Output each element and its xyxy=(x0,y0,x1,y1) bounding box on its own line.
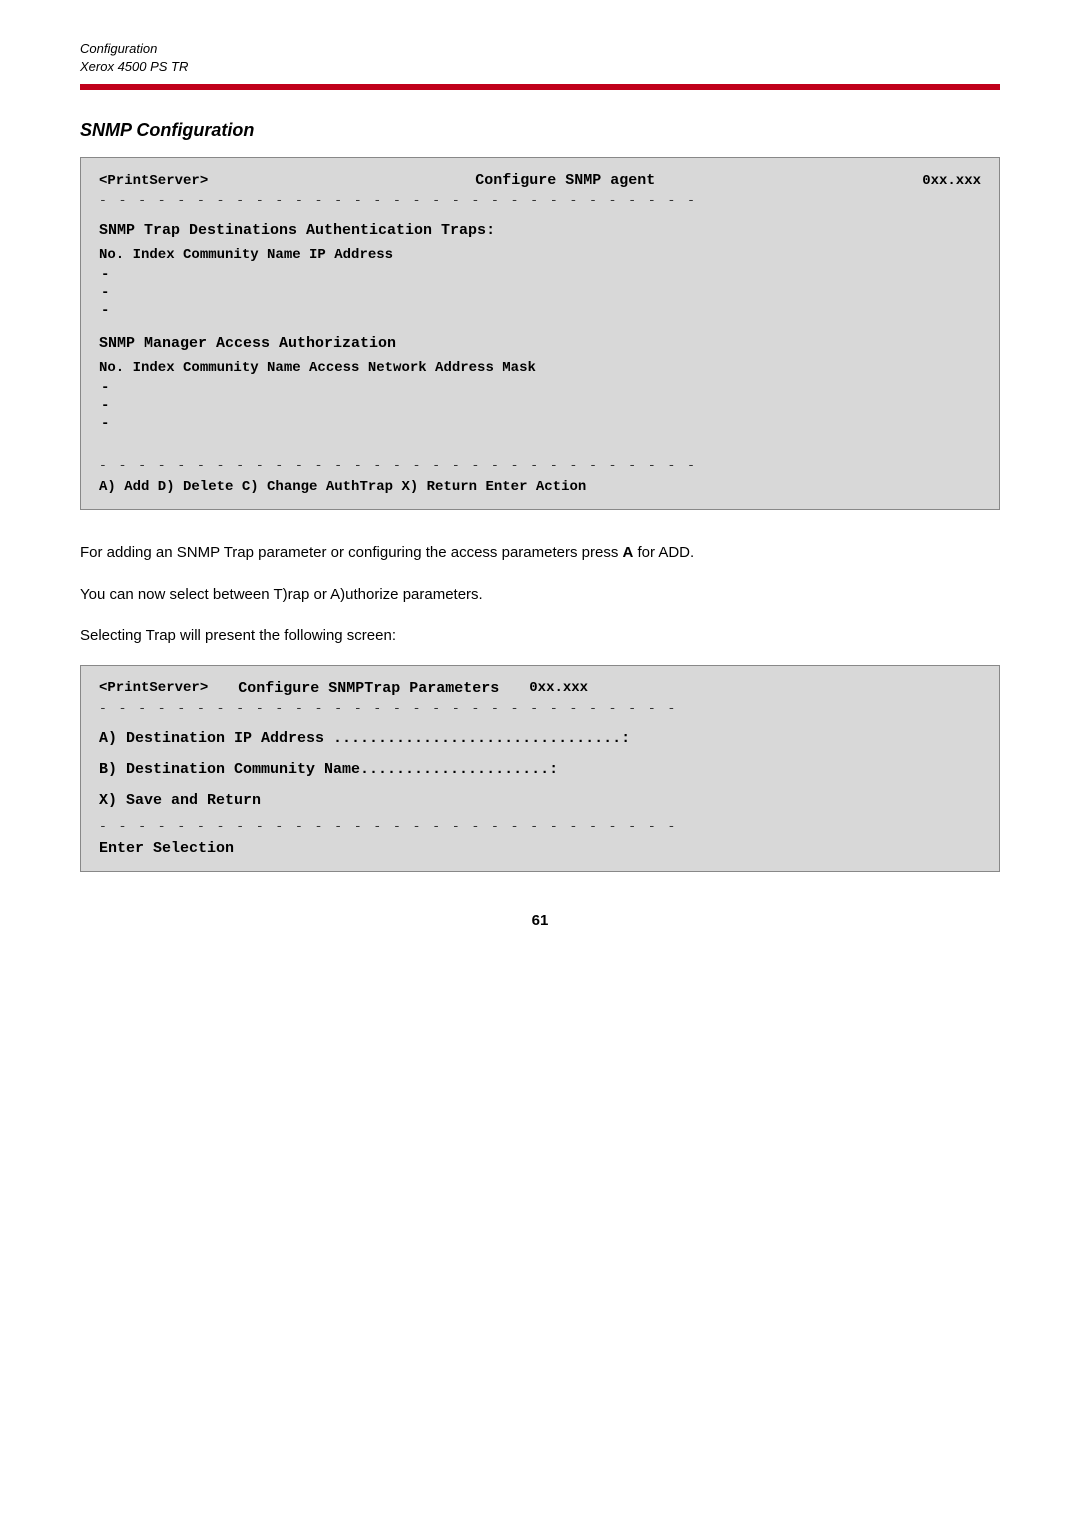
terminal1-spacer-1 xyxy=(99,321,981,335)
terminal1-trap-columns: No. Index Community Name IP Address xyxy=(99,247,981,263)
terminal2-dest-community: B) Destination Community Name...........… xyxy=(99,761,981,778)
terminal1-action-row: A) Add D) Delete C) Change AuthTrap X) R… xyxy=(99,479,981,495)
terminal1-trap-row-1: - xyxy=(101,267,981,283)
body-para1-text: For adding an SNMP Trap parameter or con… xyxy=(80,544,622,561)
terminal1-spacer-2 xyxy=(99,434,981,448)
terminal-box-2: <PrintServer> Configure SNMPTrap Paramet… xyxy=(80,665,1000,872)
page-number: 61 xyxy=(80,912,1000,929)
header-text: Configuration Xerox 4500 PS TR xyxy=(80,40,1000,76)
terminal2-enter-selection: Enter Selection xyxy=(99,840,981,857)
terminal1-manager-row-3: - xyxy=(101,416,981,432)
terminal1-header-right: 0xx.xxx xyxy=(922,173,981,189)
terminal2-top-divider: - - - - - - - - - - - - - - - - - - - - … xyxy=(99,701,981,716)
terminal1-manager-columns: No. Index Community Name Access Network … xyxy=(99,360,981,376)
body-para3: Selecting Trap will present the followin… xyxy=(80,623,1000,649)
terminal1-header-center: Configure SNMP agent xyxy=(475,172,655,189)
header-line2: Xerox 4500 PS TR xyxy=(80,58,1000,76)
terminal-box-1: <PrintServer> Configure SNMP agent 0xx.x… xyxy=(80,157,1000,510)
section-title: SNMP Configuration xyxy=(80,120,1000,141)
body-para1-end: for ADD. xyxy=(633,544,694,561)
terminal2-bottom-divider: - - - - - - - - - - - - - - - - - - - - … xyxy=(99,819,981,834)
terminal1-manager-row-2: - xyxy=(101,398,981,414)
terminal2-header-row: <PrintServer> Configure SNMPTrap Paramet… xyxy=(99,680,981,697)
terminal2-save-return: X) Save and Return xyxy=(99,792,981,809)
terminal1-manager-row-1: - xyxy=(101,380,981,396)
terminal2-header-left: <PrintServer> xyxy=(99,680,208,696)
body-para2: You can now select between T)rap or A)ut… xyxy=(80,582,1000,608)
page-container: Configuration Xerox 4500 PS TR SNMP Conf… xyxy=(0,0,1080,1528)
terminal1-top-divider: - - - - - - - - - - - - - - - - - - - - … xyxy=(99,193,981,208)
header-line1: Configuration xyxy=(80,40,1000,58)
terminal1-snmp-trap-label: SNMP Trap Destinations Authentication Tr… xyxy=(99,222,981,239)
terminal1-bottom-divider: - - - - - - - - - - - - - - - - - - - - … xyxy=(99,458,981,473)
terminal1-manager-label: SNMP Manager Access Authorization xyxy=(99,335,981,352)
red-bar xyxy=(80,84,1000,90)
terminal1-trap-row-3: - xyxy=(101,303,981,319)
terminal1-trap-row-2: - xyxy=(101,285,981,301)
terminal1-header-left: <PrintServer> xyxy=(99,173,208,189)
terminal2-dest-ip: A) Destination IP Address ..............… xyxy=(99,730,981,747)
terminal1-header-row: <PrintServer> Configure SNMP agent 0xx.x… xyxy=(99,172,981,189)
body-para1-bold: A xyxy=(622,544,633,561)
terminal2-header-center: Configure SNMPTrap Parameters xyxy=(238,680,499,697)
terminal2-header-right: 0xx.xxx xyxy=(529,680,588,696)
body-para1: For adding an SNMP Trap parameter or con… xyxy=(80,540,1000,566)
